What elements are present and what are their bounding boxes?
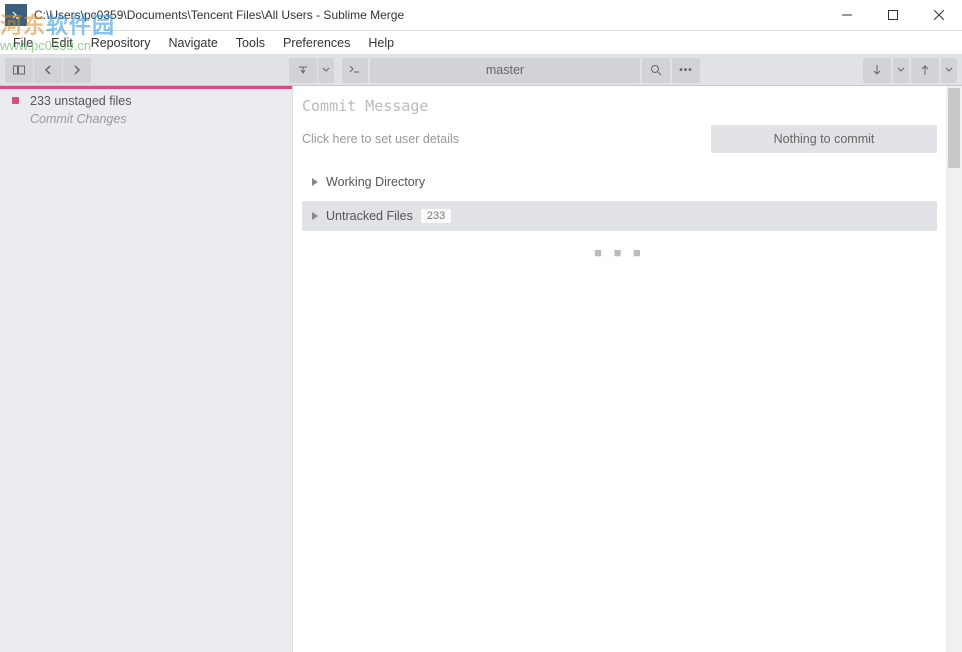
menu-repository[interactable]: Repository [82,33,160,53]
menu-tools[interactable]: Tools [227,33,274,53]
search-button[interactable] [642,58,670,83]
chevron-right-icon [312,212,318,220]
window-controls [824,0,962,31]
window-title: C:\Users\pc0359\Documents\Tencent Files\… [32,8,824,22]
loading-indicator: ■ ■ ■ [302,235,937,260]
working-directory-section[interactable]: Working Directory [302,167,937,197]
unstaged-label: 233 unstaged files [30,94,282,108]
working-directory-label: Working Directory [326,175,425,189]
commit-changes-label[interactable]: Commit Changes [0,111,292,132]
terminal-icon[interactable] [342,58,368,83]
untracked-count-badge: 233 [421,209,451,223]
stash-dropdown[interactable] [318,58,334,83]
pull-dropdown[interactable] [893,58,909,83]
more-button[interactable]: ••• [672,58,700,83]
app-icon [5,4,27,26]
commit-dot-icon [12,97,19,104]
stash-button[interactable] [289,58,317,83]
sidebar-unstaged-row[interactable]: 233 unstaged files [0,89,292,111]
chevron-right-icon [312,178,318,186]
menu-file[interactable]: File [4,33,42,53]
forward-button[interactable] [63,58,91,83]
main-area: 233 unstaged files Commit Changes Commit… [0,86,962,652]
close-button[interactable] [916,0,962,31]
titlebar: C:\Users\pc0359\Documents\Tencent Files\… [0,0,962,31]
menu-edit[interactable]: Edit [42,33,82,53]
commit-message-header[interactable]: Commit Message [302,97,937,115]
scrollbar[interactable] [946,86,962,652]
maximize-button[interactable] [870,0,916,31]
user-details-link[interactable]: Click here to set user details [302,132,711,146]
branch-selector[interactable]: master [370,58,640,83]
toolbar: master ••• [0,55,962,86]
menu-preferences[interactable]: Preferences [274,33,359,53]
untracked-files-label: Untracked Files [326,209,413,223]
scrollbar-thumb[interactable] [948,88,960,168]
minimize-button[interactable] [824,0,870,31]
content-area: Commit Message Click here to set user de… [293,86,962,652]
locations-button[interactable] [5,58,33,83]
menu-help[interactable]: Help [359,33,403,53]
commit-button[interactable]: Nothing to commit [711,125,937,153]
menubar: File Edit Repository Navigate Tools Pref… [0,31,962,55]
sidebar: 233 unstaged files Commit Changes [0,86,293,652]
pull-button[interactable] [863,58,891,83]
untracked-files-section[interactable]: Untracked Files 233 [302,201,937,231]
push-button[interactable] [911,58,939,83]
push-dropdown[interactable] [941,58,957,83]
back-button[interactable] [34,58,62,83]
menu-navigate[interactable]: Navigate [159,33,226,53]
